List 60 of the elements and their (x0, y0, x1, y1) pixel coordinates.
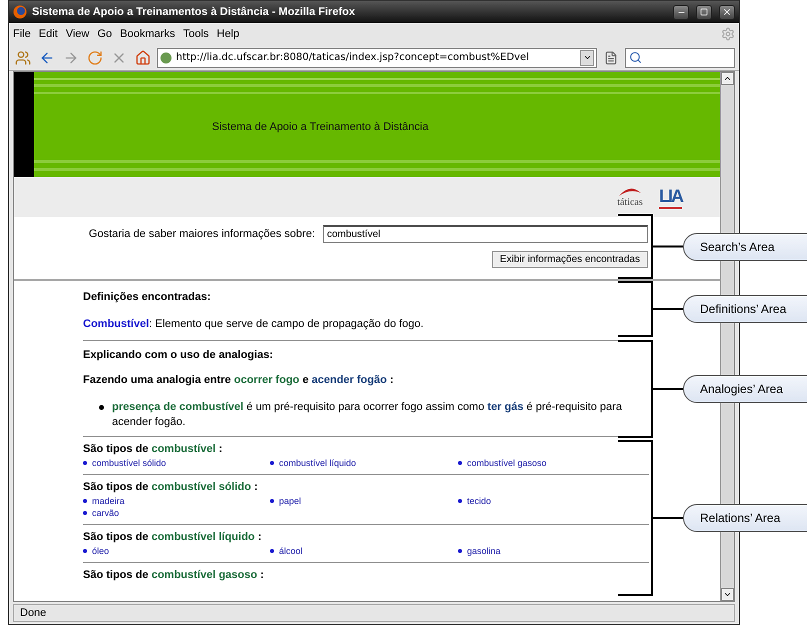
relation-link[interactable]: combustível líquido (270, 458, 458, 468)
scroll-down-button[interactable] (721, 588, 734, 601)
scroll-up-button[interactable] (721, 72, 734, 85)
relation-link[interactable]: tecido (458, 496, 649, 506)
search-field[interactable] (625, 48, 735, 68)
analogy-text: presença de combustível é um pré-requisito para ocorrer fogo assim como ter gás é pré-requisito para acender fogão. (112, 400, 623, 430)
section-heading: Definições encontradas: (83, 291, 212, 303)
page-icon[interactable] (604, 50, 618, 64)
people-icon[interactable] (15, 50, 31, 66)
relation-link[interactable]: carvão (83, 508, 270, 518)
bracket (617, 281, 684, 337)
status-text: Done (13, 604, 735, 622)
globe-icon (160, 52, 172, 64)
menu-item[interactable]: Tools (183, 28, 209, 40)
caret-icon (582, 53, 592, 62)
relation-link[interactable]: álcool (270, 546, 458, 556)
menu-item[interactable]: View (66, 28, 90, 40)
close-button[interactable] (719, 4, 735, 20)
callout-label: Search’s Area (683, 232, 807, 260)
section-heading: Explicando com o uso de analogias: (83, 349, 274, 361)
bullet-icon (99, 405, 104, 410)
search-label: Gostaria de saber maiores informações sobre: (88, 228, 315, 240)
banner-title: Sistema de Apoio a Treinamento à Distância (212, 121, 428, 133)
relation-heading: São tipos de combustível líquido : (83, 531, 262, 543)
close-icon (722, 7, 732, 17)
analogy-intro: Fazendo uma analogia entre ocorrer fogo e acender fogão : (83, 373, 395, 388)
throbber-icon (721, 27, 735, 41)
dropdown-button[interactable] (580, 50, 594, 66)
definition-text: Combustível: Elemento que serve de campo de propagação do fogo. (83, 317, 425, 332)
maximize-button[interactable] (696, 4, 712, 20)
maximize-icon (700, 8, 708, 16)
relation-link[interactable]: combustível sólido (83, 458, 270, 468)
relation-link[interactable]: óleo (83, 546, 270, 556)
home-icon[interactable] (135, 50, 151, 66)
menu-item[interactable]: Go (97, 28, 112, 40)
relation-link[interactable]: gasolina (458, 546, 649, 556)
logo: táticas (617, 196, 643, 208)
swoosh-icon (617, 186, 643, 196)
minimize-button[interactable] (673, 4, 689, 20)
relation-heading: São tipos de combustível sólido : (83, 481, 259, 493)
relation-heading: São tipos de combustível : (83, 443, 224, 455)
back-icon[interactable] (39, 50, 55, 66)
search-input[interactable]: combustível (323, 225, 648, 243)
show-info-button[interactable]: Exibir informações encontradas (492, 251, 648, 268)
search-icon (629, 51, 642, 64)
logo: LIA (659, 186, 682, 208)
callout-label: Relations’ Area (683, 504, 807, 532)
relation-heading: São tipos de combustível gasoso : (83, 569, 265, 581)
menu-item[interactable]: Edit (38, 28, 58, 40)
menu-item[interactable]: Bookmarks (120, 28, 176, 40)
relation-link[interactable]: madeira (83, 496, 270, 506)
menu-item[interactable]: Help (216, 28, 240, 40)
address-bar[interactable]: http://lia.dc.ufscar.br:8080/taticas/index.jsp?concept=combust%EDvel (157, 48, 597, 68)
browser-logo-icon (13, 5, 27, 19)
window-title: Sistema de Apoio a Treinamentos à Distância - Mozilla Firefox (32, 6, 356, 18)
menu-item[interactable]: File (13, 28, 31, 40)
callout-label: Definitions’ Area (683, 295, 807, 323)
callout-label: Analogies’ Area (683, 375, 807, 403)
relation-link[interactable]: combustível gasoso (458, 458, 649, 468)
relation-link[interactable]: papel (270, 496, 458, 506)
